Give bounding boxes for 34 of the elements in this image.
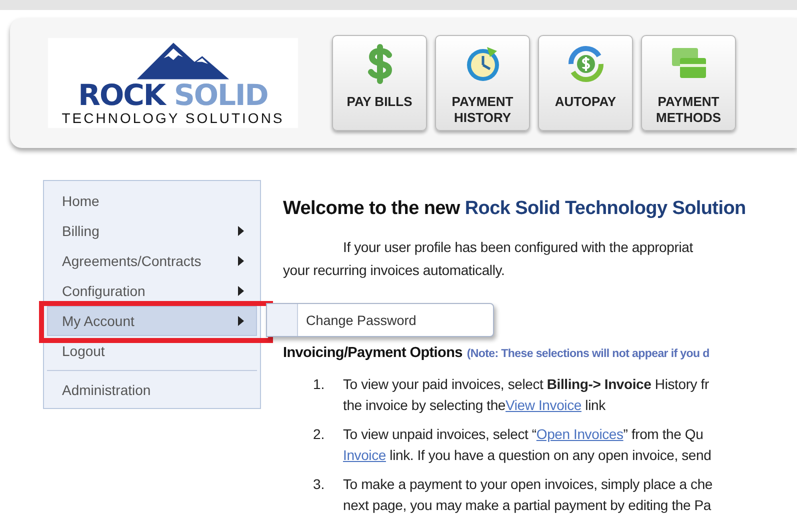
toolbar-button[interactable]: PAYMENT HISTORY [435,35,530,131]
logo-tagline: TECHNOLOGY SOLUTIONS [62,110,284,126]
toolbar-button[interactable]: AUTOPAY [538,35,633,131]
list-number: 3. [313,475,326,494]
submenu-item[interactable]: Change Password [298,304,424,336]
menu-item[interactable]: Agreements/Contracts [47,246,257,276]
step-text: To view your paid invoices, select Billing-> Invoice History fr the invoice by selecting theView Invoice link [343,375,709,415]
section-note: (Note: These selections will not appear if you d [466,348,710,360]
step-text: To make a payment to your open invoices, simply place a che next page, you may make a partial payment by editing the Pa [343,475,713,515]
menu-item[interactable]: Administration [47,375,257,405]
caret-icon [238,316,244,326]
caret-icon [238,226,244,236]
menu-item[interactable]: Configuration [47,276,257,306]
caret-icon [238,286,244,296]
logo-text: ROCK [78,78,165,112]
toolbar-button[interactable]: PAY BILLS [332,35,427,131]
step-text: To view unpaid invoices, select “Open Invoices” from the Qu Invoice link. If you have a question on any open invoice, send [343,425,712,465]
logo-text: SOLID [174,78,268,112]
toolbar-button[interactable]: PAYMENT METHODS [641,35,736,131]
list-number: 2. [313,425,326,444]
text-link[interactable]: Invoice [343,447,386,463]
refresh-dollar-icon [566,44,606,84]
menu-item[interactable]: Home [47,186,257,216]
page-title: Welcome to the new Rock Solid Technology Solution [283,198,747,220]
menu-item[interactable]: Billing [47,216,257,246]
text-link[interactable]: Open Invoices [536,426,624,442]
menu-item[interactable]: Logout [47,336,257,366]
section-title: Invoicing/Payment Options [283,345,462,361]
list-number: 1. [313,375,326,394]
caret-icon [238,256,244,266]
text-link[interactable]: View Invoice [506,397,582,413]
intro-paragraph: If your user profile has been configured with the appropriat your recurring invoices automatically. [283,238,694,280]
menu-item[interactable]: My Account [47,306,257,336]
submenu-gutter [267,304,298,336]
